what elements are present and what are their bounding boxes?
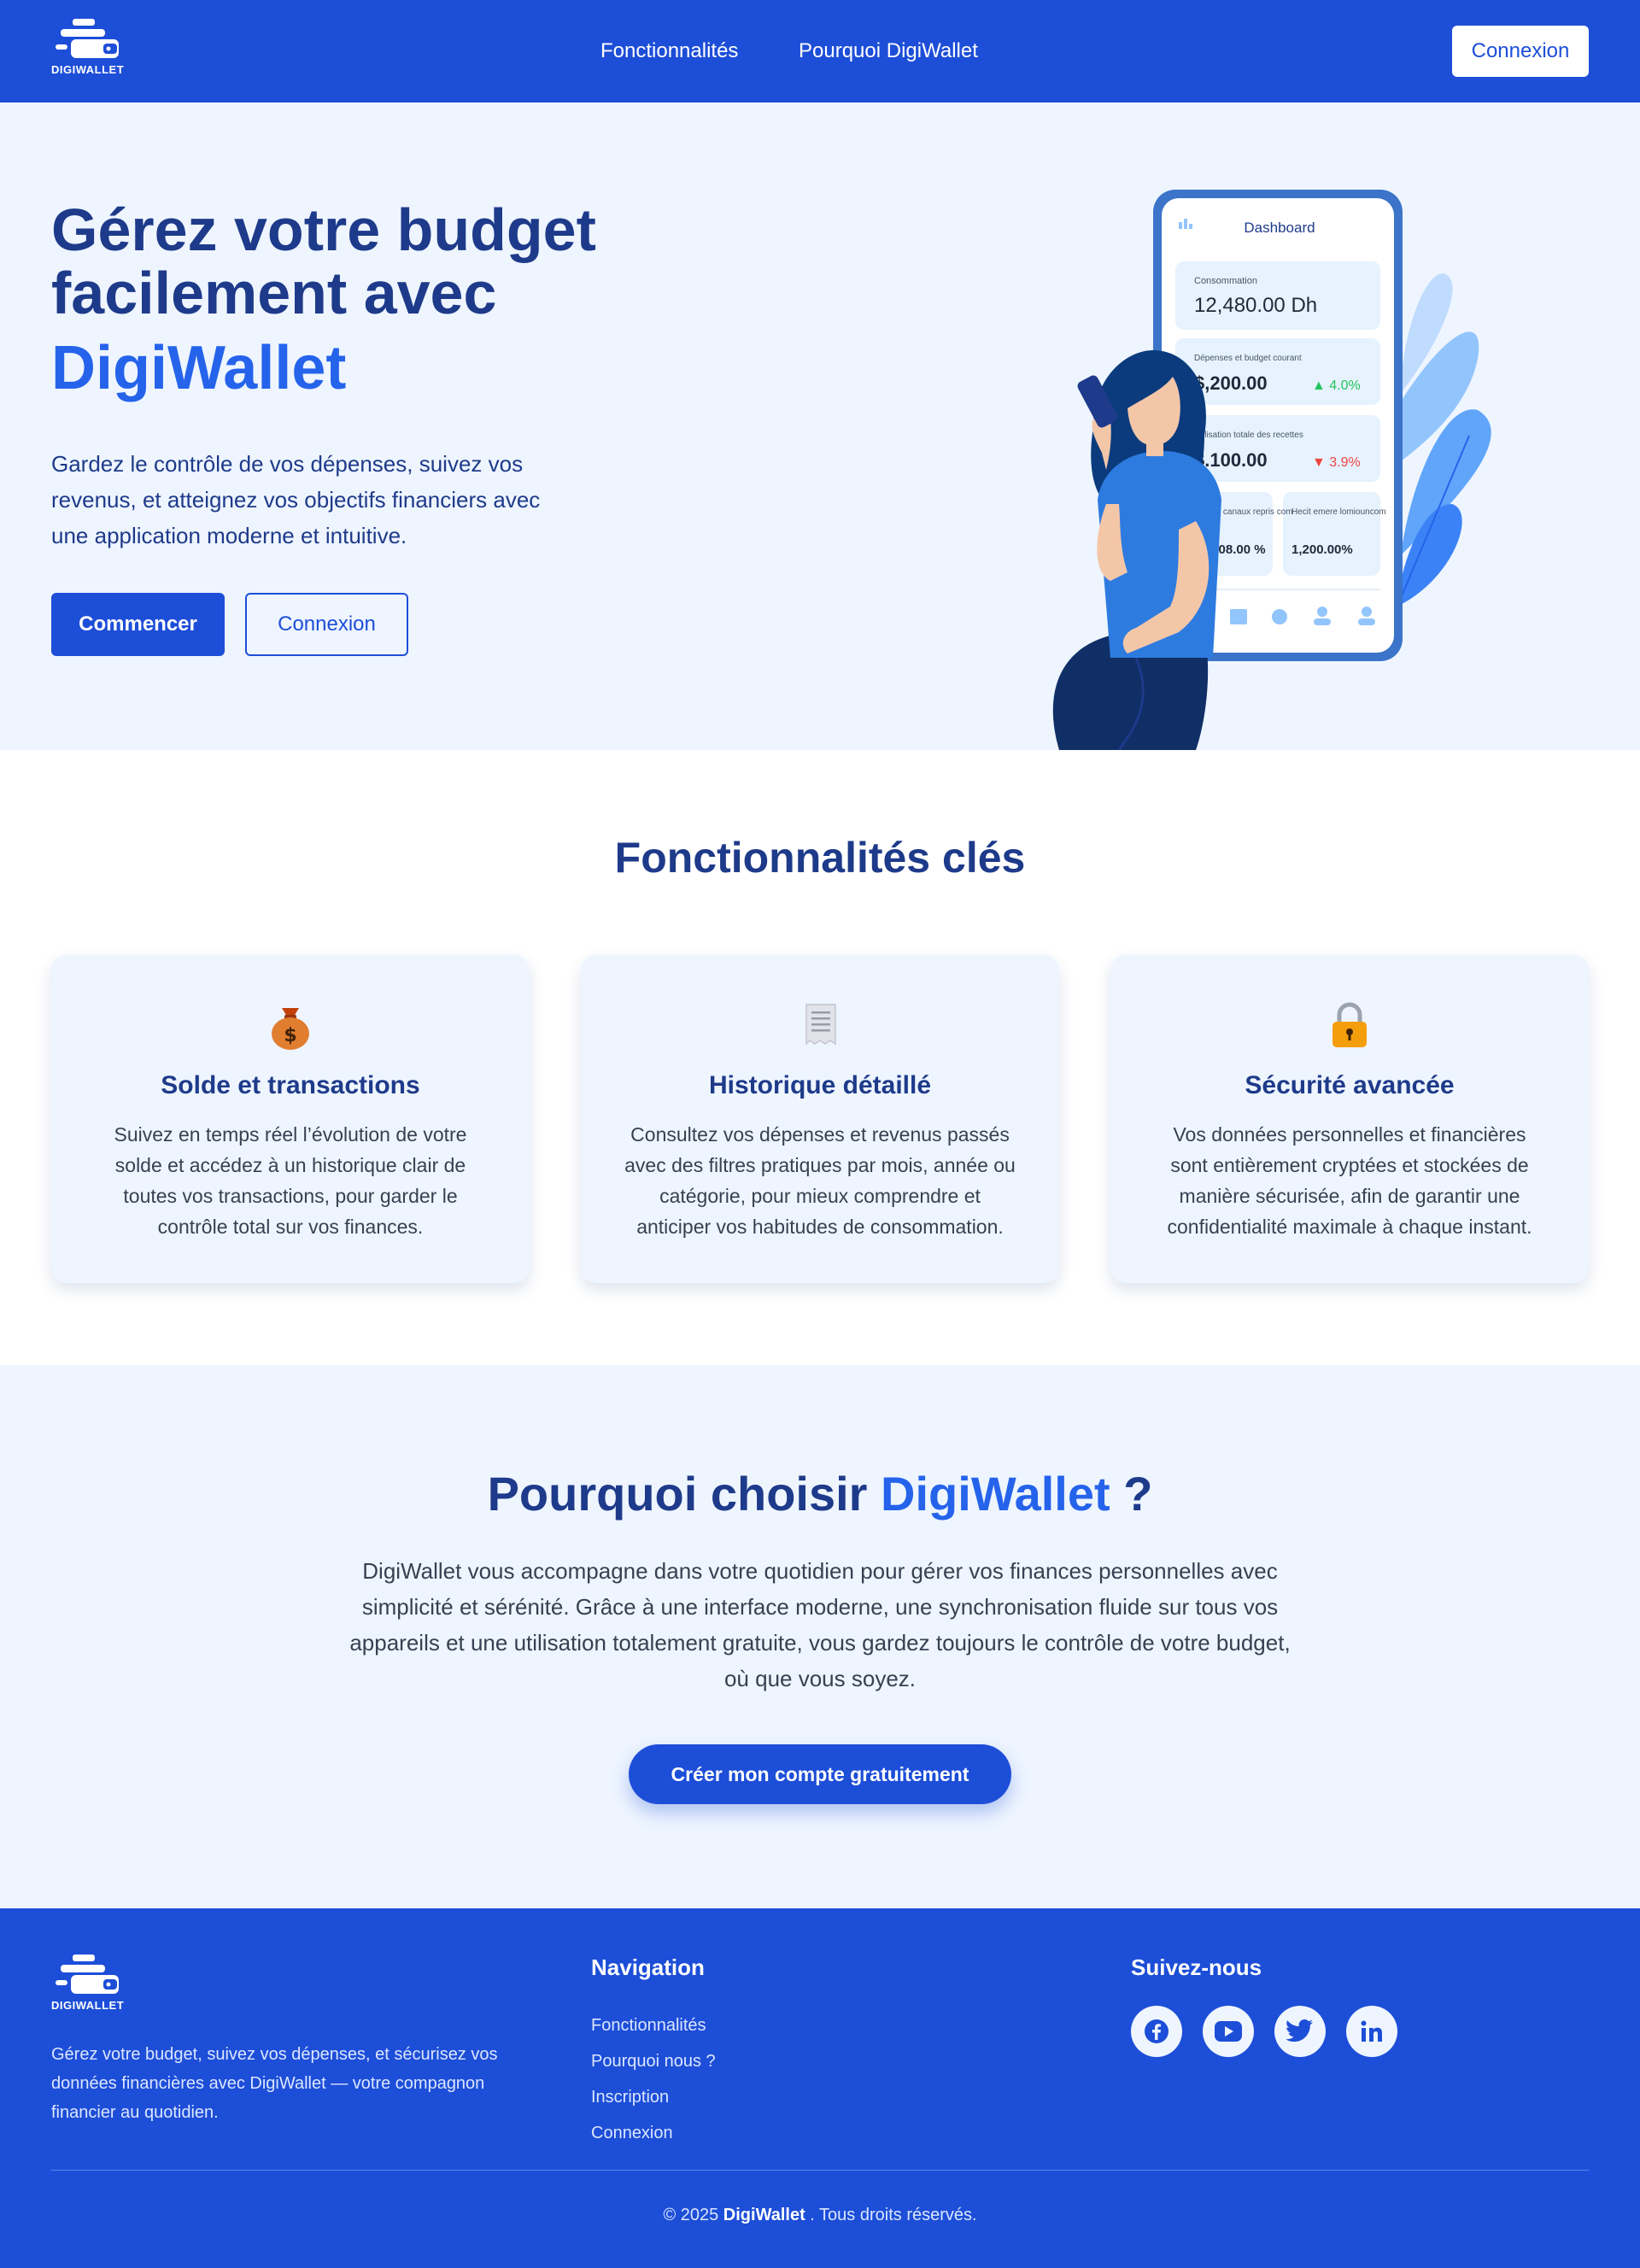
feature-card-security: Sécurité avancée Vos données personnelle… — [1110, 955, 1589, 1283]
footer-link-connexion[interactable]: Connexion — [591, 2115, 716, 2151]
money-bag-icon: $ — [272, 1008, 309, 1050]
woman-with-phone-illustration — [1052, 350, 1221, 750]
wallet-logo-icon — [55, 1954, 119, 1994]
login-button[interactable]: Connexion — [1452, 26, 1589, 77]
phone-card1-label: Consommation — [1194, 276, 1257, 286]
feature-desc: Consultez vos dépenses et revenus passés… — [624, 1123, 1016, 1238]
footer-nav-list: Fonctionnalités Pourquoi nous ? Inscript… — [591, 2007, 716, 2151]
why-title-prefix: Pourquoi choisir — [487, 1467, 868, 1521]
phone-card1-value: 12,480.00 Dh — [1194, 294, 1317, 317]
why-section: Pourquoi choisir DigiWallet ? DigiWallet… — [0, 1365, 1640, 1908]
footer-link-fonctionnalites[interactable]: Fonctionnalités — [591, 2007, 716, 2043]
social-links — [1131, 2006, 1397, 2057]
copyright: © 2025 DigiWallet . Tous droits réservés… — [0, 2206, 1640, 2225]
svg-text:$: $ — [284, 1025, 296, 1046]
feature-title: Sécurité avancée — [1245, 1071, 1455, 1099]
feature-title: Historique détaillé — [708, 1071, 932, 1099]
logo-text: DIGIWALLET — [51, 63, 125, 76]
logo[interactable]: DIGIWALLET — [51, 17, 124, 76]
start-button[interactable]: Commencer — [51, 593, 225, 656]
hero-section: Gérez votre budget facilement avec DigiW… — [0, 103, 1640, 750]
why-text: DigiWallet vous accompagne dans votre qu… — [349, 1558, 1291, 1691]
receipt-icon — [805, 1004, 836, 1046]
wallet-logo-icon — [55, 19, 119, 58]
footer-logo[interactable]: DIGIWALLET — [51, 1953, 124, 2012]
youtube-icon[interactable] — [1203, 2006, 1254, 2057]
why-title-brand: DigiWallet — [881, 1467, 1110, 1521]
facebook-icon[interactable] — [1131, 2006, 1182, 2057]
why-title: Pourquoi choisir DigiWallet ? — [0, 1466, 1640, 1521]
phone-title: Dashboard — [1244, 220, 1315, 236]
top-navbar: DIGIWALLET Fonctionnalités Pourquoi Digi… — [0, 0, 1640, 103]
feature-desc: Vos données personnelles et financières … — [1167, 1123, 1532, 1238]
lock-icon — [1332, 1002, 1367, 1047]
twitter-icon[interactable] — [1274, 2006, 1326, 2057]
linkedin-icon[interactable] — [1346, 2006, 1397, 2057]
hero-title: Gérez votre budget facilement avec — [51, 196, 596, 326]
feature-card-history: Historique détaillé Consultez vos dépens… — [581, 955, 1059, 1283]
feature-title: Solde et transactions — [161, 1071, 420, 1099]
nav-link-fonctionnalites[interactable]: Fonctionnalités — [600, 39, 738, 63]
phone-card2-label: Dépenses et budget courant — [1194, 354, 1302, 363]
footer-link-pourquoi[interactable]: Pourquoi nous ? — [591, 2043, 716, 2079]
footer-nav-title: Navigation — [591, 1954, 705, 1980]
copyright-brand: DigiWallet — [723, 2206, 805, 2224]
create-account-button[interactable]: Créer mon compte gratuitement — [629, 1744, 1011, 1804]
phone-card3-change: ▼ 3.9% — [1312, 455, 1361, 470]
footer-social-title: Suivez-nous — [1131, 1954, 1262, 1980]
why-title-suffix: ? — [1123, 1467, 1153, 1521]
copyright-suffix: . Tous droits réservés. — [810, 2206, 977, 2224]
footer-divider — [51, 2170, 1589, 2171]
phone-mini2-label: Hecit emere lomiouncom — [1292, 507, 1386, 517]
hero-login-button[interactable]: Connexion — [245, 593, 408, 656]
phone-card3-label: Utilisation totale des recettes — [1194, 431, 1303, 440]
features-title: Fonctionnalités clés — [614, 834, 1026, 882]
footer-description: Gérez votre budget, suivez vos dépenses,… — [51, 2045, 498, 2122]
hero-subtitle: Gardez le contrôle de vos dépenses, suiv… — [51, 451, 541, 548]
phone-mini1-label: de canaux repris com — [1211, 507, 1293, 517]
phone-card2-change: ▲ 4.0% — [1312, 378, 1361, 393]
plant-leaves-icon — [1397, 273, 1491, 607]
phone-mini2-value: 1,200.00% — [1292, 542, 1353, 557]
hero-illustration: Dashboard Consommation 12,480.00 Dh Dépe… — [1052, 190, 1491, 750]
copyright-prefix: © 2025 — [663, 2206, 719, 2224]
feature-card-balance: $ Solde et transactions Suivez en temps … — [51, 955, 530, 1283]
footer-link-inscription[interactable]: Inscription — [591, 2079, 716, 2115]
nav-link-pourquoi[interactable]: Pourquoi DigiWallet — [799, 39, 978, 63]
feature-desc: Suivez en temps réel l’évolution de votr… — [114, 1123, 467, 1238]
phone-card2-value: $,200.00 — [1194, 372, 1268, 394]
logo-text: DIGIWALLET — [51, 1999, 125, 2012]
footer: DIGIWALLET Gérez votre budget, suivez vo… — [0, 1908, 1640, 2268]
hero-brand: DigiWallet — [51, 334, 347, 402]
